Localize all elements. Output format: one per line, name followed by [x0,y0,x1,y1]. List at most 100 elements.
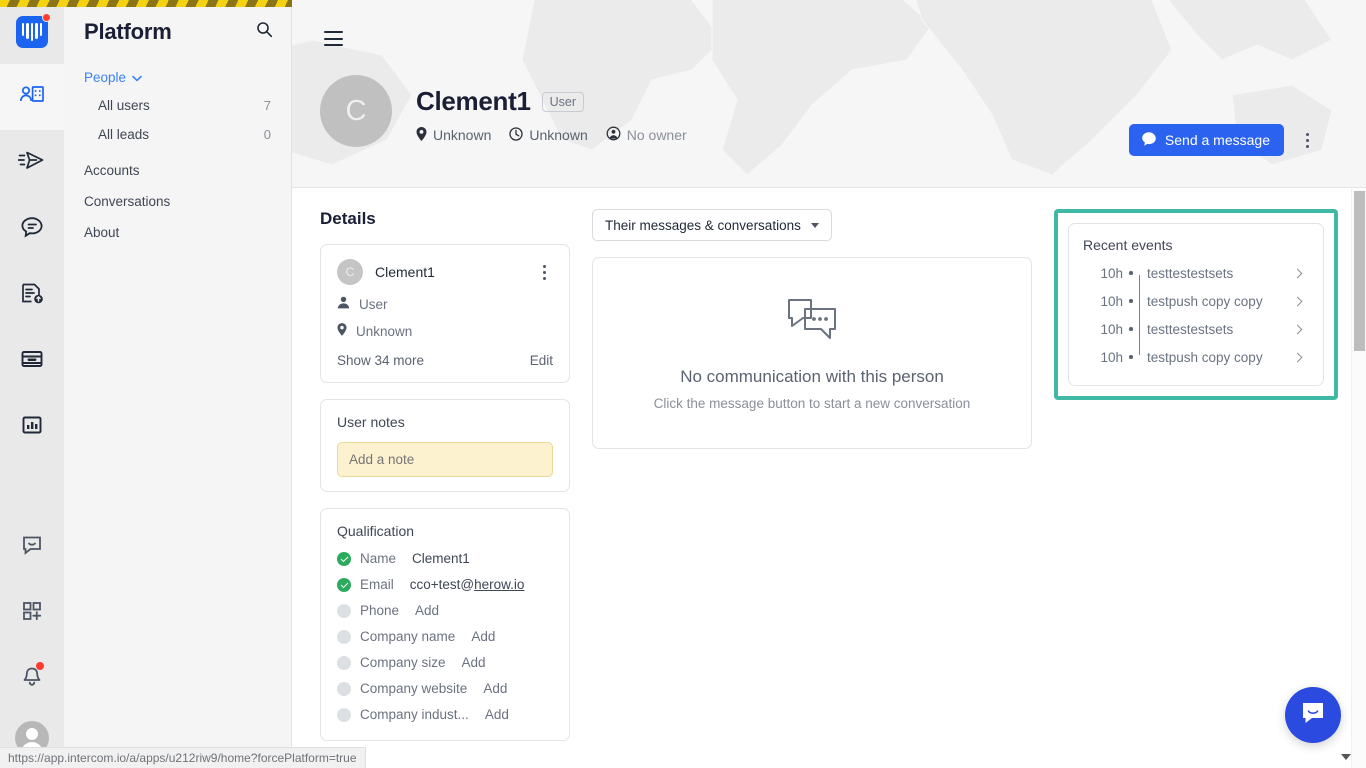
qualification-row-company-website: Company website Add [337,681,553,696]
inbox-chat-icon [19,215,45,244]
qualification-row-email: Email cco+test@herow.io [337,577,553,592]
show-more-link[interactable]: Show 34 more [337,353,530,368]
header-actions: Send a message [1128,124,1316,156]
empty-conversations-card: No communication with this person Click … [592,257,1032,449]
vertical-scrollbar[interactable] [1351,189,1366,768]
timeline-bullet-icon [1123,355,1139,359]
identity-row: C Clement1 [337,259,553,285]
sidebar-item-label: All users [98,98,150,113]
sidebar-item-label: All leads [98,127,150,142]
sidebar-item-all-leads[interactable]: All leads 0 [64,120,291,149]
rail-item-notifications[interactable] [0,646,64,712]
qualification-add-link[interactable]: Add [462,655,486,670]
recent-event-row[interactable]: 10h testpush copy copy [1083,343,1309,371]
qualification-value[interactable]: cco+test@herow.io [410,577,525,592]
identity-card: C Clement1 User Unknown Show 34 more Edi… [320,244,570,383]
empty-circle-icon [337,707,351,722]
send-a-message-button[interactable]: Send a message [1128,124,1284,156]
identity-overflow-menu-icon[interactable] [535,261,553,283]
nav-header: Platform [64,0,291,64]
event-name: testpush copy copy [1147,293,1263,309]
qualification-add-link[interactable]: Add [471,629,495,644]
profile-meta: Unknown Unknown No owner [416,126,700,144]
profile-name: Clement1 [416,86,531,116]
chevron-right-icon [1292,296,1303,306]
qualification-row-company-industry: Company indust... Add [337,707,553,722]
rail-item-apps[interactable] [0,580,64,646]
person-icon [337,296,350,312]
send-a-message-label: Send a message [1164,132,1270,148]
chat-bubble-icon [1141,131,1157,150]
edit-link[interactable]: Edit [530,353,553,368]
sidebar-item-accounts[interactable]: Accounts [64,155,291,186]
chevron-down-icon [810,222,819,228]
messenger-launcher-button[interactable] [1285,687,1341,743]
profile-owner: No owner [606,126,687,144]
qualification-heading: Qualification [337,523,415,539]
recent-event-row[interactable]: 10h testtestestsets [1083,259,1309,287]
header-overflow-menu-icon[interactable] [1298,129,1316,151]
qualification-label: Phone [360,603,400,618]
qualification-label: Email [360,577,394,592]
sidebar-item-count: 7 [263,98,271,113]
check-circle-icon [337,551,351,566]
qualification-add-link[interactable]: Add [485,707,509,722]
messenger-icon [20,533,44,562]
recent-event-row[interactable]: 10h testpush copy copy [1083,287,1309,315]
qualification-card: Qualification Name Clement1 Email cco+te… [320,508,570,741]
identity-attribute-location: Unknown [337,323,553,339]
conversation-filter-dropdown[interactable]: Their messages & conversations [592,209,832,241]
conversations-column: Their messages & conversations No commun… [592,209,1032,757]
contacts-icon [19,83,45,112]
event-time: 10h [1100,293,1123,309]
recent-event-row[interactable]: 10h testtestestsets [1083,315,1309,343]
profile-header: C Clement1 User Unknown Unknown No owner… [292,0,1366,188]
sidebar-item-about[interactable]: About [64,217,291,248]
qualification-add-link[interactable]: Add [483,681,507,696]
add-note-input[interactable] [337,442,553,477]
product-tours-icon [19,347,45,376]
qualification-label: Company name [360,629,456,644]
timeline-bullet-icon [1123,327,1139,331]
rail-item-contacts[interactable] [0,64,64,130]
location-pin-icon [337,323,347,339]
search-icon[interactable] [256,21,273,43]
recent-events-column: Recent events 10h testtestestsets 10h te… [1054,209,1338,757]
sidebar-item-all-users[interactable]: All users 7 [64,91,291,120]
rail-item-messages[interactable] [0,196,64,262]
hamburger-icon[interactable] [324,31,343,46]
empty-circle-icon [337,629,351,644]
rail-item-messenger[interactable] [0,514,64,580]
profile-location-text: Unknown [433,127,492,143]
identity-attribute-role: User [337,296,553,312]
recent-events-card: Recent events 10h testtestestsets 10h te… [1068,223,1324,386]
launcher-collapse-caret-icon[interactable] [1341,754,1351,760]
identity-name: Clement1 [375,264,435,280]
scrollbar-thumb[interactable] [1354,191,1365,351]
sidebar-item-conversations[interactable]: Conversations [64,186,291,217]
qualification-add-link[interactable]: Add [415,603,439,618]
recent-events-highlight: Recent events 10h testtestestsets 10h te… [1054,209,1338,400]
apps-grid-add-icon [20,599,44,628]
rail-item-articles[interactable] [0,262,64,328]
identity-location-text: Unknown [356,323,413,339]
empty-circle-icon [337,681,351,696]
timeline-bullet-icon [1123,271,1139,275]
empty-state-subtitle: Click the message button to start a new … [653,395,971,411]
qualification-label: Company size [360,655,446,670]
rail-item-outbound[interactable] [0,130,64,196]
event-time: 10h [1100,265,1123,281]
rail-item-reports[interactable] [0,394,64,460]
avatar: C [337,259,363,285]
empty-circle-icon [337,655,351,670]
user-notes-card: User notes [320,399,570,492]
rail-item-product-tours[interactable] [0,328,64,394]
details-title: Details [320,209,376,228]
main-region: C Clement1 User Unknown Unknown No owner… [292,0,1366,768]
status-bar-url: https://app.intercom.io/a/apps/u212riw9/… [0,747,366,768]
user-notes-heading: User notes [337,414,405,430]
conversation-filter-label: Their messages & conversations [605,217,801,233]
notifications-badge-dot [36,662,44,670]
nav-section-people[interactable]: People [64,64,291,91]
intercom-logo[interactable] [0,0,64,64]
